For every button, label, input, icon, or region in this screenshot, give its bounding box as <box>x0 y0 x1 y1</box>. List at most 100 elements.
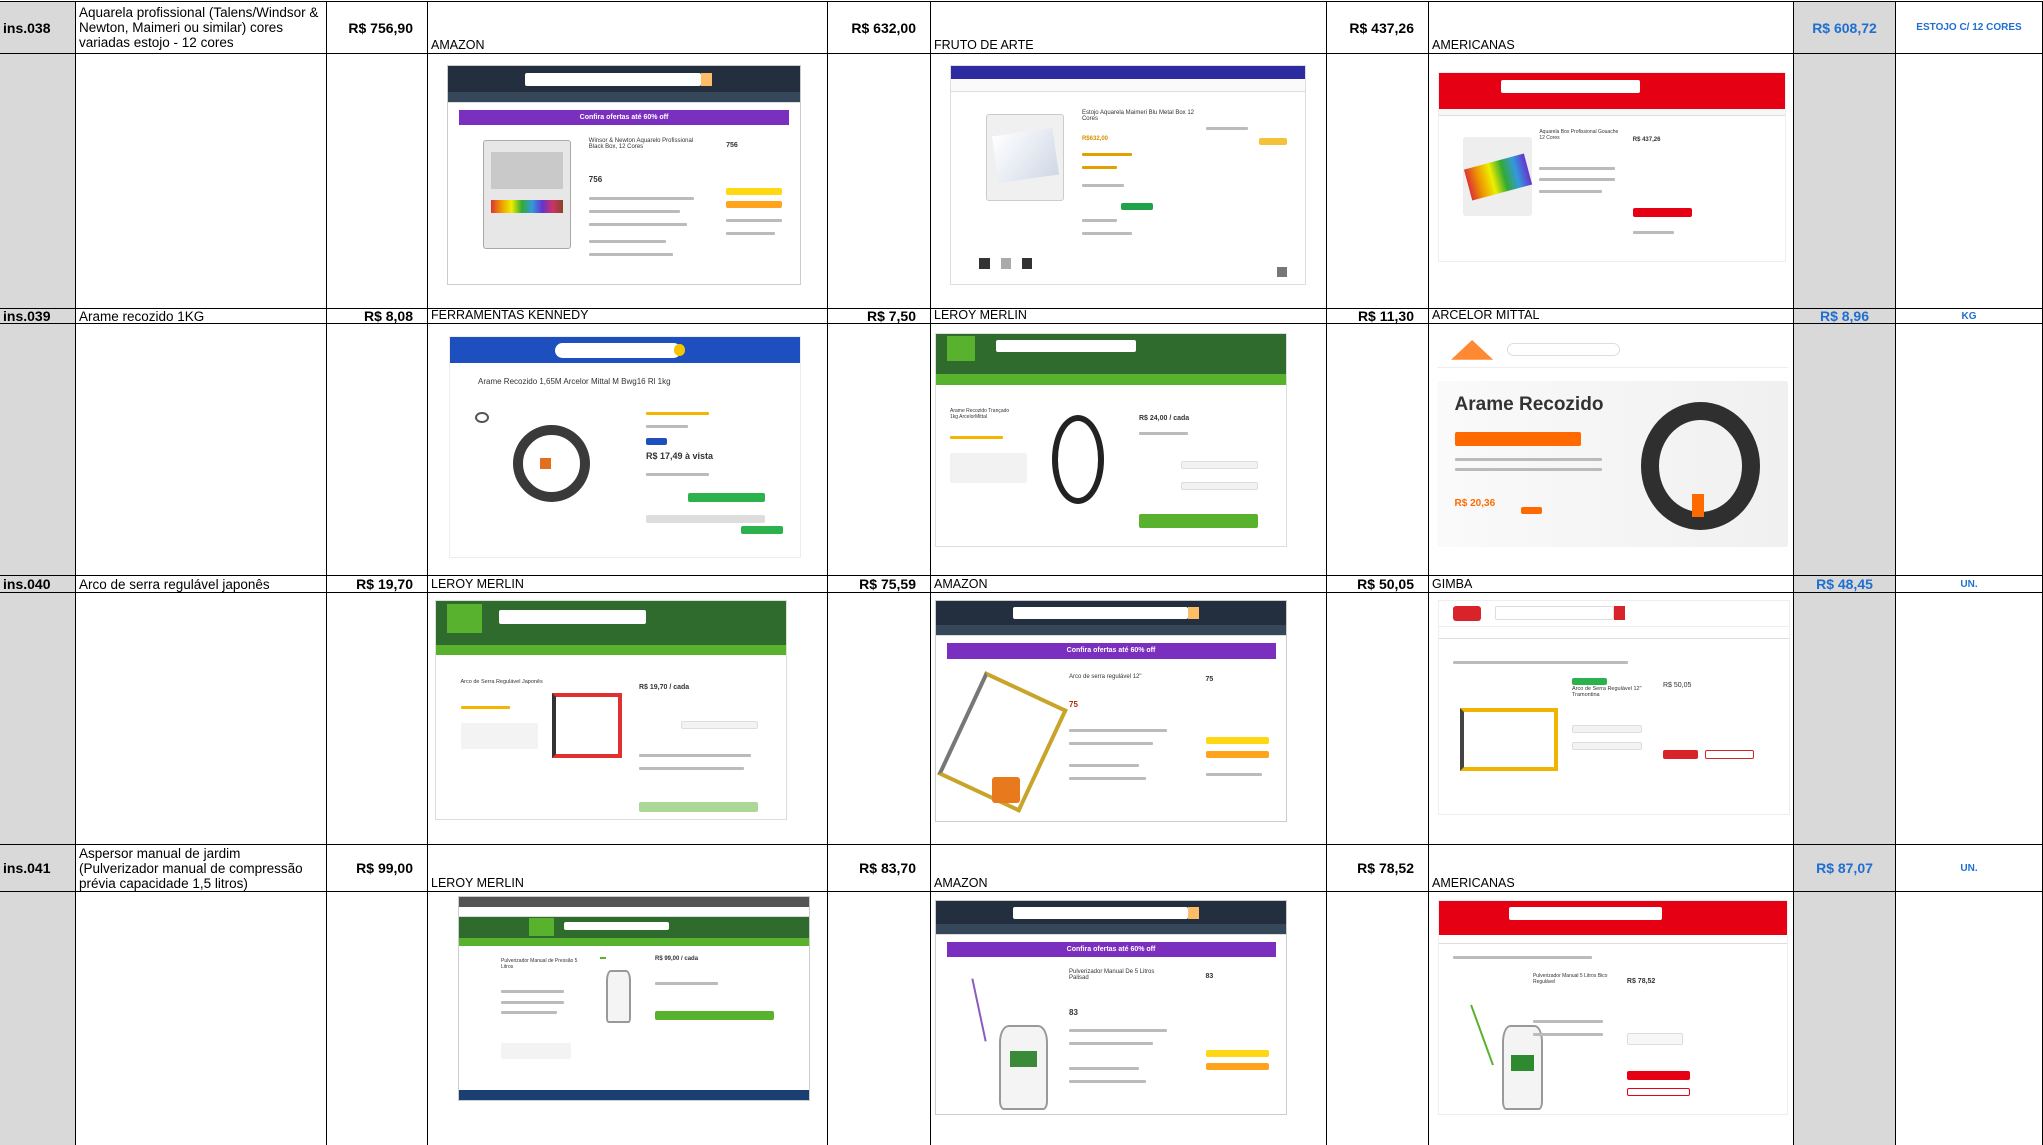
watercolor-box-image <box>986 113 1065 202</box>
quote-price: R$ 437,26 <box>1327 2 1429 54</box>
empty-cell <box>1327 54 1429 309</box>
unit-label: ESTOJO C/ 12 CORES <box>1896 2 2043 54</box>
empty-cell <box>76 54 327 309</box>
product-screenshot-kennedy: Arame Recozido 1,65M Arcelor Mittal M Bw… <box>449 336 801 558</box>
product-title: Arame Recozido <box>1454 393 1604 415</box>
quote-price: R$ 50,05 <box>1327 576 1429 593</box>
product-screenshot-leroy-merlin: Arame Recozido Trançado 1kg ArcelorMitta… <box>935 333 1287 547</box>
product-screenshot-amazon: Confira ofertas até 60% off Pulverizador… <box>935 900 1287 1115</box>
product-screenshot-fruto-de-arte: Estojo Aquarela Maimeri Blu Metal Box 12… <box>950 65 1306 285</box>
product-price: 83 <box>1205 973 1214 981</box>
product-price: R$632,00 <box>1081 135 1108 142</box>
wire-coil-image <box>1051 414 1104 504</box>
unit-label: KG <box>1896 309 2043 324</box>
average-price: R$ 48,45 <box>1794 576 1896 593</box>
quote-store: LEROY MERLIN <box>931 309 1327 324</box>
watercolor-box-image <box>1463 136 1533 216</box>
quote-price: R$ 78,52 <box>1327 845 1429 892</box>
banner-text: Confira ofertas até 60% off <box>579 114 669 122</box>
product-title: Winsor & Newton Aquarelo Profissional Bl… <box>588 137 694 150</box>
quote-store: LEROY MERLIN <box>428 845 828 892</box>
quote-price: R$ 83,70 <box>828 845 931 892</box>
product-price: R$ 24,00 / cada <box>1139 414 1190 422</box>
quote-store: AMAZON <box>931 576 1327 593</box>
empty-cell <box>76 892 327 1145</box>
product-screenshot-leroy-merlin: Pulverizador Manual de Pressão 5 Litros … <box>458 896 810 1101</box>
code-spacer <box>0 324 76 576</box>
quote-price: R$ 19,70 <box>327 576 428 593</box>
empty-cell <box>1327 892 1429 1145</box>
average-spacer <box>1794 593 1896 845</box>
product-title: Arco de Serra Regulável Japonês <box>460 679 543 686</box>
quote-price: R$ 8,08 <box>327 309 428 324</box>
average-spacer <box>1794 892 1896 1145</box>
product-title: Arame Recozido 1,65M Arcelor Mittal M Bw… <box>478 376 671 386</box>
sprayer-bottle-image <box>999 1024 1048 1110</box>
spreadsheet: ins.038 Aquarela profissional (Talens/Wi… <box>0 0 2043 1145</box>
empty-cell <box>1327 324 1429 576</box>
product-price: 756 <box>588 175 603 184</box>
quote-store: ARCELOR MITTAL <box>1429 309 1794 324</box>
empty-cell <box>76 324 327 576</box>
product-screenshot-americanas: Aquarela Box Profissional Gouache 12 Cor… <box>1438 72 1786 262</box>
product-price: 83 <box>1069 1007 1078 1017</box>
item-description: Aquarela profissional (Talens/Windsor & … <box>76 2 327 54</box>
quote-price: R$ 75,59 <box>828 576 931 593</box>
product-title: Pulverizador Manual de Pressão 5 Litros <box>501 957 578 970</box>
watercolor-box-image <box>483 140 572 250</box>
empty-cell <box>327 324 428 576</box>
product-price: R$ 99,00 / cada <box>655 955 699 962</box>
empty-cell <box>828 324 931 576</box>
product-price: 75 <box>1069 700 1078 709</box>
average-spacer <box>1794 324 1896 576</box>
quote-store: FERRAMENTAS KENNEDY <box>428 309 828 324</box>
quote-store: FRUTO DE ARTE <box>931 2 1327 54</box>
product-title: Arame Recozido Trançado 1kg ArcelorMitta… <box>950 408 1010 421</box>
product-screenshot-americanas: Pulverizador Manual 5 Litros Bico Regulá… <box>1438 900 1788 1115</box>
quote-store: AMERICANAS <box>1429 845 1794 892</box>
quote-store: AMAZON <box>428 2 828 54</box>
product-title: Arco de Serra Regulável 12" Tramontina <box>1572 686 1642 699</box>
product-price: R$ 437,26 <box>1632 136 1661 143</box>
product-price: R$ 50,05 <box>1663 681 1692 689</box>
empty-cell <box>327 593 428 845</box>
product-title: Aquarela Box Profissional Gouache 12 Cor… <box>1539 129 1619 142</box>
quote-store: GIMBA <box>1429 576 1794 593</box>
average-price: R$ 608,72 <box>1794 2 1896 54</box>
wire-coil-image <box>1640 402 1760 530</box>
product-title: Estojo Aquarela Maimeri Blu Metal Box 12… <box>1081 109 1195 122</box>
banner-text: Confira ofertas até 60% off <box>1066 946 1156 954</box>
product-price: 75 <box>1205 675 1214 683</box>
quote-store: AMAZON <box>931 845 1327 892</box>
saw-frame-image <box>1460 707 1558 772</box>
empty-cell <box>828 54 931 309</box>
product-screenshot-amazon: Confira ofertas até 60% off Arco de serr… <box>935 600 1287 822</box>
product-price: 756 <box>726 142 738 150</box>
average-spacer <box>1794 54 1896 309</box>
product-title: Arco de serra regulável 12" <box>1069 673 1142 680</box>
quote-store: AMERICANAS <box>1429 2 1794 54</box>
empty-cell <box>327 892 428 1145</box>
item-description: Aspersor manual de jardim (Pulverizador … <box>76 845 327 892</box>
quote-price: R$ 7,50 <box>828 309 931 324</box>
item-code: ins.039 <box>0 309 76 324</box>
unit-label: UN. <box>1896 576 2043 593</box>
product-price: R$ 19,70 / cada <box>639 683 690 691</box>
item-description: Arco de serra regulável japonês <box>76 576 327 593</box>
product-price: R$ 20,36 <box>1454 498 1496 509</box>
item-description: Arame recozido 1KG <box>76 309 327 324</box>
empty-cell <box>1327 593 1429 845</box>
item-code: ins.041 <box>0 845 76 892</box>
product-screenshot-arcelor-mittal: Arame Recozido R$ 20,36 <box>1436 333 1789 548</box>
saw-frame-image <box>551 692 622 758</box>
empty-cell <box>1896 324 2043 576</box>
wire-coil-image <box>513 425 590 502</box>
unit-label: UN. <box>1896 845 2043 892</box>
sprayer-bottle-image <box>599 957 631 1023</box>
sprayer-bottle-image <box>1501 1024 1544 1110</box>
empty-cell <box>1896 593 2043 845</box>
product-screenshot-amazon: Confira ofertas até 60% off Winsor & New… <box>447 65 801 285</box>
item-code: ins.038 <box>0 2 76 54</box>
product-screenshot-gimba: Arco de Serra Regulável 12" Tramontina R… <box>1438 600 1790 815</box>
empty-cell <box>1896 54 2043 309</box>
